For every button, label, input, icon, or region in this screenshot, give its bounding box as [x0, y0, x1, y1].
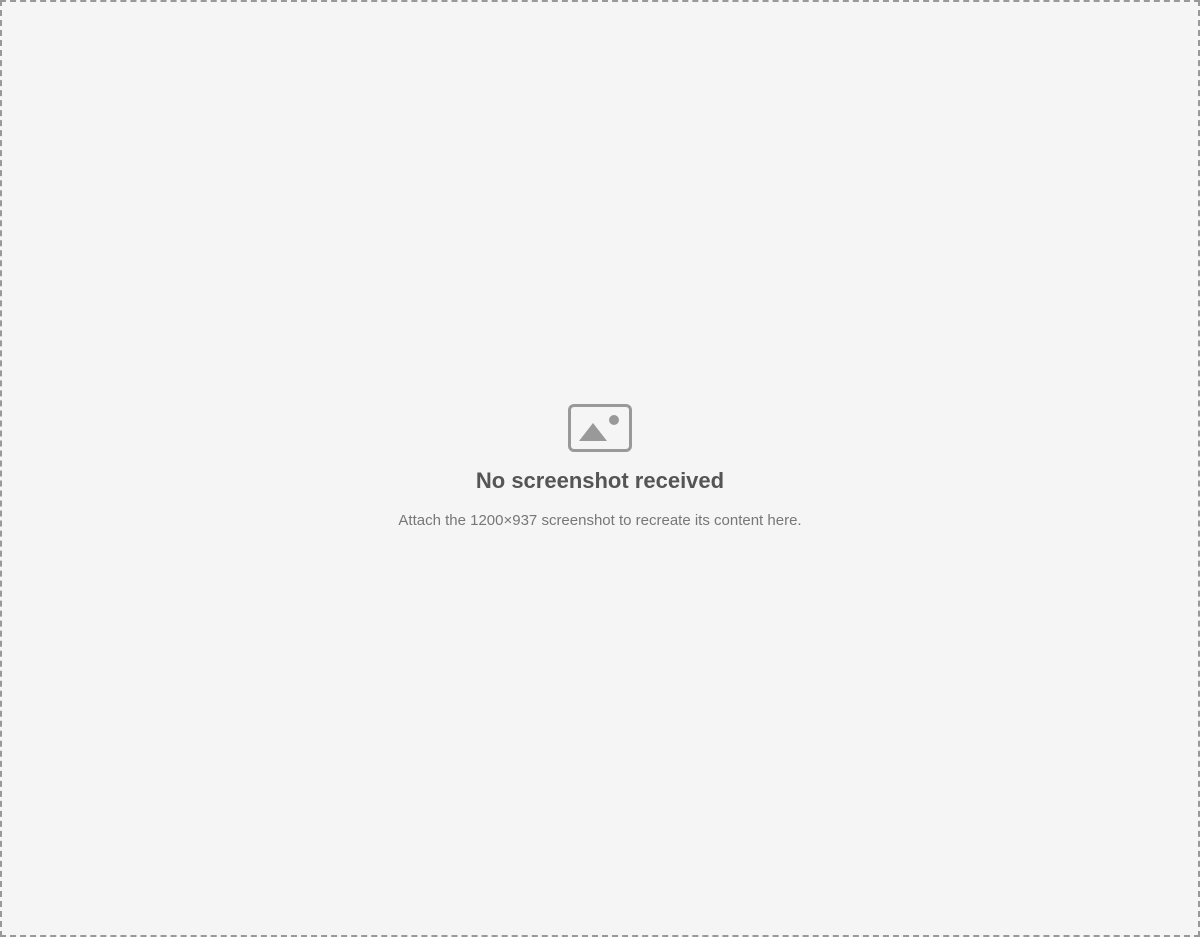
- placeholder-note: Attach the 1200×937 screenshot to recrea…: [398, 512, 802, 530]
- placeholder-title: No screenshot received: [475, 468, 725, 494]
- image-icon: [568, 404, 632, 453]
- missing-screenshot-placeholder: No screenshot received Attach the 1200×9…: [0, 0, 1200, 937]
